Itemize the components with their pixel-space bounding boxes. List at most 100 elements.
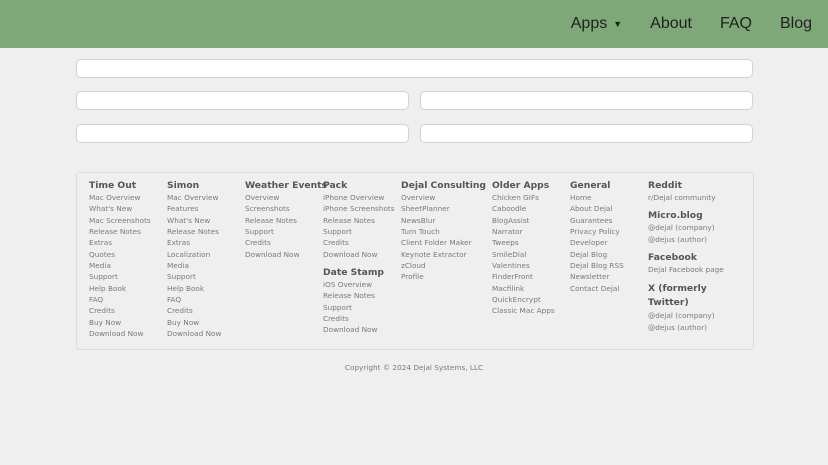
footer-column-time-out: Time Out Mac Overview What's New Mac Scree… bbox=[89, 180, 151, 339]
nav-blog-link[interactable]: Blog bbox=[780, 15, 812, 33]
content-box-left-2 bbox=[76, 124, 409, 143]
footer-link[interactable]: Turn Touch bbox=[401, 226, 486, 237]
nav-faq-link[interactable]: FAQ bbox=[720, 15, 752, 33]
footer-link[interactable]: Download Now bbox=[245, 249, 327, 260]
footer-link[interactable]: Dejal Blog RSS bbox=[570, 260, 624, 271]
footer-link[interactable]: Release Notes bbox=[167, 226, 221, 237]
footer-column-dejal-consulting: Dejal Consulting Overview SheetPlanner New… bbox=[401, 180, 486, 283]
footer-link[interactable]: Download Now bbox=[167, 328, 221, 339]
footer-link[interactable]: Tweeps bbox=[492, 237, 555, 248]
footer-heading: Weather Events bbox=[245, 180, 328, 191]
nav-menu: Apps ▼ About FAQ Blog bbox=[571, 0, 828, 48]
footer-link[interactable]: What's New bbox=[167, 215, 221, 226]
nav-apps-label: Apps bbox=[570, 15, 608, 32]
footer-link[interactable]: Media bbox=[167, 260, 221, 271]
footer-link[interactable]: Release Notes bbox=[323, 215, 395, 226]
nav-about-link[interactable]: About bbox=[650, 15, 692, 33]
footer-link[interactable]: Credits bbox=[89, 305, 151, 316]
footer-link[interactable]: Extras bbox=[167, 237, 221, 248]
footer-link[interactable]: Client Folder Maker bbox=[401, 237, 486, 248]
footer-link[interactable]: Support bbox=[167, 271, 221, 282]
footer-link[interactable]: @dejus (author) bbox=[648, 234, 728, 245]
footer-link[interactable]: Support bbox=[323, 302, 395, 313]
footer-link[interactable]: r/Dejal community bbox=[648, 192, 728, 203]
nav-apps-menu[interactable]: Apps ▼ bbox=[571, 15, 622, 33]
footer-link[interactable]: Valentines bbox=[492, 260, 555, 271]
footer-link[interactable]: Localization bbox=[167, 249, 221, 260]
footer-link[interactable]: Newsletter bbox=[570, 271, 624, 282]
footer-link[interactable]: Release Notes bbox=[245, 215, 327, 226]
footer-link[interactable]: Release Notes bbox=[89, 226, 151, 237]
footer-link[interactable]: FAQ bbox=[89, 294, 151, 305]
footer-link[interactable]: zCloud bbox=[401, 260, 486, 271]
footer-column-weather-events: Weather Events Overview Screenshots Releas… bbox=[245, 180, 327, 260]
footer-link[interactable]: Caboodle bbox=[492, 203, 555, 214]
footer-link[interactable]: What's New bbox=[89, 203, 151, 214]
footer-link[interactable]: BlogAssist bbox=[492, 215, 555, 226]
footer-link[interactable]: Release Notes bbox=[323, 290, 395, 301]
footer-link[interactable]: Credits bbox=[245, 237, 327, 248]
footer-link[interactable]: Credits bbox=[167, 305, 221, 316]
footer-link[interactable]: Overview bbox=[401, 192, 486, 203]
footer-link[interactable]: Mac Screenshots bbox=[89, 215, 151, 226]
footer-link[interactable]: Download Now bbox=[89, 328, 151, 339]
footer-link[interactable]: FAQ bbox=[167, 294, 221, 305]
footer-link[interactable]: Guarantees bbox=[570, 215, 624, 226]
content-box-right-1 bbox=[420, 91, 753, 110]
footer-link[interactable]: Chicken GIFs bbox=[492, 192, 555, 203]
footer-link[interactable]: SmileDial bbox=[492, 249, 555, 260]
footer-link[interactable]: Developer bbox=[570, 237, 624, 248]
footer-link[interactable]: Contact Dejal bbox=[570, 283, 624, 294]
footer-heading: Reddit bbox=[648, 180, 683, 191]
footer-column-general: General Home About Dejal Guarantees Privacy… bbox=[570, 180, 624, 294]
footer-link[interactable]: Keynote Extractor bbox=[401, 249, 486, 260]
copyright-text: Copyright © 2024 Dejal Systems, LLC bbox=[344, 363, 484, 372]
footer-link[interactable]: Credits bbox=[323, 237, 395, 248]
footer-link[interactable]: @dejus (author) bbox=[648, 322, 728, 333]
footer-heading: X (formerly Twitter) bbox=[648, 283, 707, 309]
footer-link[interactable]: Features bbox=[167, 203, 221, 214]
footer-link[interactable]: Media bbox=[89, 260, 151, 271]
footer-link[interactable]: Extras bbox=[89, 237, 151, 248]
footer-link[interactable]: Dejal Blog bbox=[570, 249, 624, 260]
footer-link[interactable]: @dejal (company) bbox=[648, 310, 728, 321]
footer-link[interactable]: Mac Overview bbox=[167, 192, 221, 203]
footer-link[interactable]: Buy Now bbox=[167, 317, 221, 328]
content-box-right-2 bbox=[420, 124, 753, 143]
footer-link[interactable]: NewsBlur bbox=[401, 215, 486, 226]
footer-heading: Facebook bbox=[648, 252, 697, 264]
footer-link[interactable]: Download Now bbox=[323, 249, 395, 260]
footer-link[interactable]: iOS Overview bbox=[323, 279, 395, 290]
footer-link[interactable]: Support bbox=[245, 226, 327, 237]
footer-link[interactable]: Overview bbox=[245, 192, 327, 203]
footer-link[interactable]: Narrator bbox=[492, 226, 555, 237]
footer-link[interactable]: @dejal (company) bbox=[648, 222, 728, 233]
footer-link[interactable]: SheetPlanner bbox=[401, 203, 486, 214]
footer-link[interactable]: Credits bbox=[323, 313, 395, 324]
footer-link[interactable]: Profile bbox=[401, 271, 486, 282]
footer-link[interactable]: Mac Overview bbox=[89, 192, 151, 203]
footer-link[interactable]: Help Book bbox=[167, 283, 221, 294]
footer-link[interactable]: Classic Mac Apps bbox=[492, 305, 555, 316]
footer-link[interactable]: Download Now bbox=[323, 324, 395, 335]
footer-link[interactable]: About Dejal bbox=[570, 203, 624, 214]
footer-link[interactable]: Home bbox=[570, 192, 624, 203]
footer-column-simon: Simon Mac Overview Features What's New Rele… bbox=[167, 180, 221, 339]
footer-link[interactable]: Support bbox=[323, 226, 395, 237]
footer-link[interactable]: Help Book bbox=[89, 283, 151, 294]
top-nav-bar: Apps ▼ About FAQ Blog bbox=[0, 0, 828, 48]
footer-link[interactable]: QuickEncrypt bbox=[492, 294, 555, 305]
footer-link[interactable]: Dejal Facebook page bbox=[648, 264, 728, 275]
footer-link[interactable]: Quotes bbox=[89, 249, 151, 260]
footer-link[interactable]: Buy Now bbox=[89, 317, 151, 328]
footer-link[interactable]: FinderFront bbox=[492, 271, 555, 282]
footer-link[interactable]: Macfilink bbox=[492, 283, 555, 294]
footer-link[interactable]: iPhone Screenshots bbox=[323, 203, 395, 214]
footer-link[interactable]: Support bbox=[89, 271, 151, 282]
footer-link[interactable]: Screenshots bbox=[245, 203, 327, 214]
footer-heading: Date Stamp bbox=[323, 267, 385, 279]
footer-link[interactable]: Privacy Policy bbox=[570, 226, 624, 237]
footer-link[interactable]: iPhone Overview bbox=[323, 192, 395, 203]
content-box-full bbox=[76, 59, 753, 78]
footer-heading: Micro.blog bbox=[648, 210, 703, 222]
